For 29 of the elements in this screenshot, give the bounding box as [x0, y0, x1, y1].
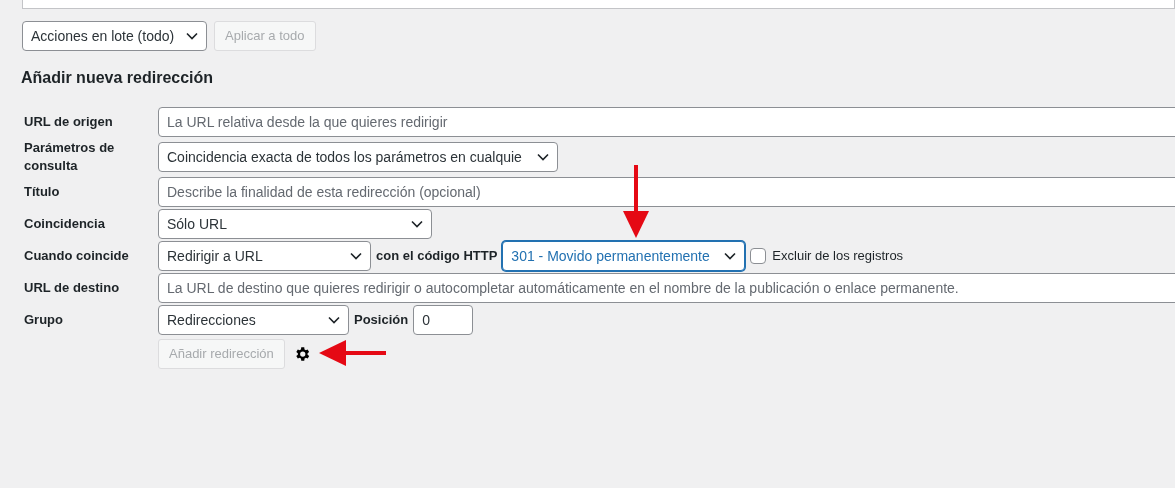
- select-dropdown[interactable]: 301 - Movido permanentemente: [502, 241, 746, 271]
- field-label: Posición: [354, 311, 409, 330]
- number-field[interactable]: 0: [413, 305, 474, 335]
- row-label: Cuando coincide: [24, 247, 130, 265]
- checkbox-label: Excluir de los registros: [772, 247, 904, 266]
- row-label: URL de destino: [24, 279, 121, 297]
- select-dropdown[interactable]: Sólo URL: [158, 209, 432, 239]
- select-dropdown[interactable]: Redirigir a URL: [158, 241, 371, 271]
- select-dropdown[interactable]: Coincidencia exacta de todos los parámetros en cualquie: [158, 142, 558, 172]
- text-field[interactable]: La URL relativa desde la que quieres redirigir: [158, 107, 1175, 137]
- field-label: con el código HTTP: [376, 247, 498, 266]
- caret-icon: [328, 316, 340, 324]
- select-dropdown[interactable]: Redirecciones: [158, 305, 349, 335]
- caret-icon: [724, 252, 737, 260]
- caret-icon: [350, 252, 362, 260]
- row-label: URL de origen: [24, 113, 114, 131]
- row-label: Título: [24, 183, 61, 201]
- bulk-actions-select[interactable]: Acciones en lote (todo): [22, 21, 207, 51]
- text-field[interactable]: La URL de destino que quieres redirigir o autocompletar automáticamente en el nombre de la publicación o enlace permanente.: [158, 273, 1175, 303]
- caret-icon: [186, 32, 198, 40]
- annotation-arrow: [318, 339, 386, 367]
- row-label: Grupo: [24, 311, 64, 329]
- section-heading: Añadir nueva redirección: [21, 68, 215, 88]
- row-label: Coincidencia: [24, 215, 106, 233]
- caret-icon: [411, 220, 423, 228]
- caret-icon: [537, 153, 549, 161]
- checkbox[interactable]: [750, 248, 767, 264]
- text-field[interactable]: Describe la finalidad de esta redirección (opcional): [158, 177, 1175, 207]
- row-label: Parámetros de consulta: [24, 139, 116, 175]
